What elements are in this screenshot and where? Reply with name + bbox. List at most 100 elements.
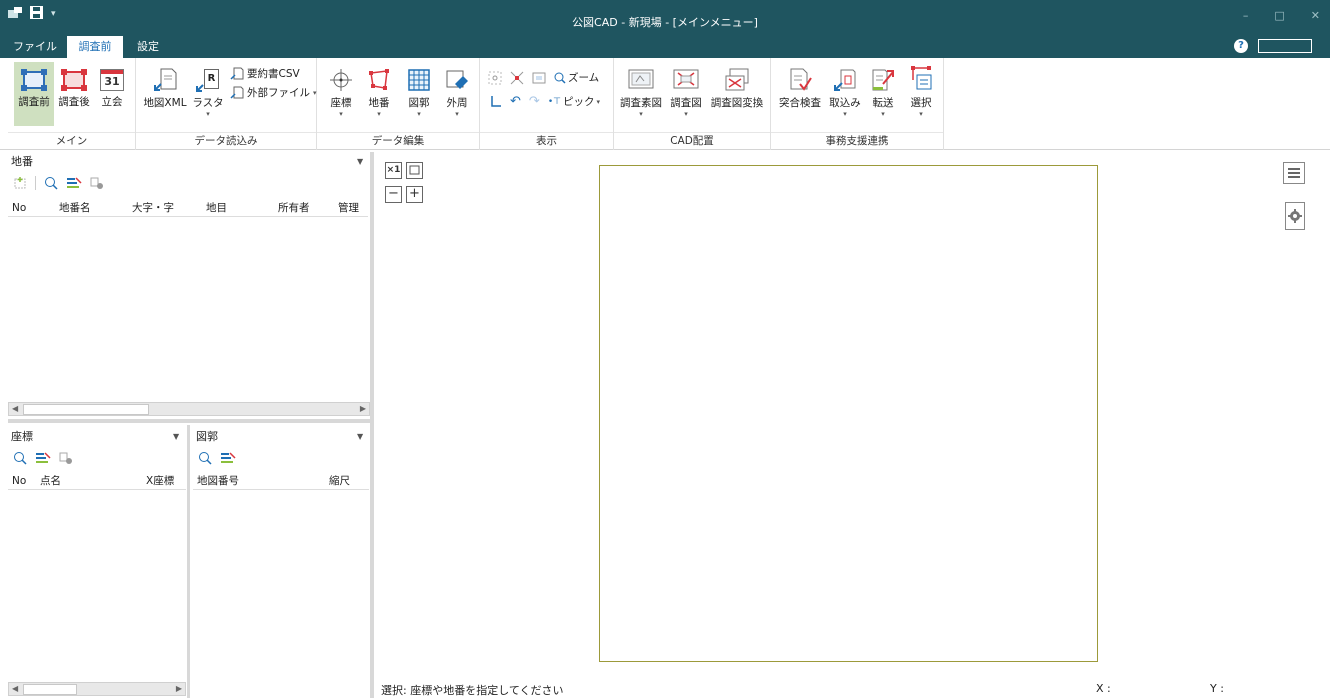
- col-x-coord[interactable]: X座標: [146, 472, 174, 489]
- coord-table-header: No 点名 X座標: [8, 472, 186, 490]
- tab-settings[interactable]: 設定: [130, 36, 166, 58]
- raster-dropdown-icon: ▾: [206, 110, 210, 118]
- raster-button[interactable]: R ラスタ ▾: [192, 68, 224, 118]
- settings-button[interactable]: [1285, 202, 1305, 230]
- survey-plain-button[interactable]: 調査素図 ▾: [618, 68, 664, 118]
- tab-before-survey[interactable]: 調査前: [67, 36, 123, 58]
- transfer-button[interactable]: 転送 ▾: [865, 68, 901, 118]
- survey-map-button[interactable]: 調査図 ▾: [666, 68, 706, 118]
- vertical-splitter-left[interactable]: [187, 425, 190, 698]
- external-file-dropdown-icon: ▾: [313, 88, 317, 97]
- scroll-thumb[interactable]: [23, 684, 77, 695]
- scroll-left-icon[interactable]: ◀: [12, 683, 18, 695]
- add-lot-icon[interactable]: [13, 176, 27, 190]
- lot-horizontal-scrollbar[interactable]: ◀ ▶: [8, 402, 370, 416]
- col-owner[interactable]: 所有者: [278, 199, 310, 216]
- map-frame-button[interactable]: 図郭 ▾: [403, 68, 435, 118]
- sort-icon[interactable]: [66, 176, 82, 190]
- fit-points-icon[interactable]: [488, 71, 502, 85]
- col-no[interactable]: No: [12, 199, 26, 216]
- import-icon: [834, 69, 856, 91]
- csv-import-icon: [230, 67, 244, 80]
- zoom-icon: [554, 72, 566, 84]
- col-map-number[interactable]: 地図番号: [197, 472, 239, 489]
- coord-settings-icon[interactable]: [59, 451, 73, 465]
- help-search-box[interactable]: [1258, 39, 1312, 53]
- zoom-window-button[interactable]: [406, 162, 423, 179]
- lot-settings-icon[interactable]: [90, 176, 104, 190]
- gear-icon: [1288, 209, 1302, 223]
- after-survey-label: 調査後: [58, 96, 90, 108]
- col-no[interactable]: No: [12, 472, 26, 489]
- pick-icon: •⊤: [547, 96, 561, 107]
- ribbon-group-main: 調査前 調査後 31 立会 メイン: [8, 58, 136, 150]
- col-scale[interactable]: 縮尺: [329, 472, 350, 489]
- window-title: 公図CAD - 新現場 - [メインメニュー]: [572, 16, 758, 29]
- search-icon[interactable]: [13, 451, 27, 465]
- sort-icon[interactable]: [220, 451, 236, 465]
- group-label-display: 表示: [536, 135, 557, 147]
- coords-button[interactable]: 座標 ▾: [325, 68, 357, 118]
- help-icon[interactable]: ?: [1234, 39, 1248, 53]
- menu-button[interactable]: [1283, 162, 1305, 184]
- lot-panel-menu-icon[interactable]: ▼: [357, 157, 363, 166]
- perimeter-button[interactable]: 外周 ▾: [441, 68, 473, 118]
- coord-panel-menu-icon[interactable]: ▼: [173, 432, 179, 441]
- pick-button[interactable]: •⊤ ピック ▾: [548, 94, 600, 109]
- search-icon[interactable]: [44, 176, 58, 190]
- horizontal-splitter[interactable]: [8, 419, 370, 423]
- red-rectangle-icon: [61, 69, 87, 91]
- map-xml-button[interactable]: 地図XML: [140, 68, 190, 110]
- check-document-icon: [790, 68, 812, 91]
- frame-panel-menu-icon[interactable]: ▼: [357, 432, 363, 441]
- y-coordinate-label: Y :: [1210, 682, 1224, 695]
- zoom-in-button[interactable]: +: [406, 186, 423, 203]
- before-survey-button[interactable]: 調査前: [14, 62, 54, 126]
- search-icon[interactable]: [198, 451, 212, 465]
- summary-csv-button[interactable]: 要約書CSV: [230, 66, 300, 81]
- col-lot-name[interactable]: 地番名: [59, 199, 91, 216]
- col-aza[interactable]: 大字・字: [132, 199, 174, 216]
- scroll-left-icon[interactable]: ◀: [12, 403, 18, 415]
- after-survey-button[interactable]: 調査後: [54, 69, 94, 109]
- fit-frame-icon[interactable]: [532, 71, 546, 85]
- select-button[interactable]: 選択 ▾: [903, 66, 939, 118]
- hamburger-icon: [1288, 168, 1300, 178]
- col-management[interactable]: 管理: [338, 199, 359, 216]
- maximize-button[interactable]: □: [1274, 9, 1284, 22]
- minimize-button[interactable]: –: [1243, 9, 1249, 22]
- import-button[interactable]: 取込み ▾: [827, 68, 863, 118]
- survey-convert-button[interactable]: 調査図変換: [708, 68, 766, 110]
- zoom-out-button[interactable]: −: [385, 186, 402, 203]
- fit-all-icon[interactable]: [510, 71, 524, 85]
- tab-file[interactable]: ファイル: [10, 36, 60, 58]
- before-survey-label: 調査前: [18, 96, 50, 108]
- zoom-fit-button[interactable]: ×1: [385, 162, 402, 179]
- ribbon-group-display: ズーム ↶ ↷ •⊤ ピック ▾ 表示: [480, 58, 614, 150]
- match-check-button[interactable]: 突合検査: [775, 68, 825, 110]
- scroll-right-icon[interactable]: ▶: [176, 683, 182, 695]
- sort-icon[interactable]: [35, 451, 51, 465]
- lot-button[interactable]: 地番 ▾: [363, 68, 395, 118]
- undo-icon[interactable]: ↶: [510, 94, 521, 109]
- witness-label: 立会: [101, 96, 123, 108]
- coord-horizontal-scrollbar[interactable]: ◀ ▶: [8, 682, 186, 696]
- external-file-button[interactable]: 外部ファイル ▾: [230, 85, 317, 100]
- crosshair-icon: [330, 69, 352, 91]
- frame-panel-title: 図郭: [196, 430, 218, 443]
- pan-icon[interactable]: [488, 95, 502, 109]
- group-label-data-edit: データ編集: [371, 135, 425, 147]
- ribbon-group-office-link: 突合検査 取込み ▾ 転送 ▾ 選択 ▾ 事務支援連携: [771, 58, 944, 150]
- witness-button[interactable]: 31 立会: [94, 69, 130, 109]
- close-button[interactable]: ✕: [1311, 9, 1320, 22]
- rectangle-icon: [21, 69, 47, 91]
- calendar-icon: 31: [100, 69, 124, 91]
- scroll-right-icon[interactable]: ▶: [360, 403, 366, 415]
- col-point-name[interactable]: 点名: [40, 472, 61, 489]
- zoom-button[interactable]: ズーム: [554, 70, 599, 85]
- map-frame-boundary: [599, 165, 1098, 662]
- scroll-thumb[interactable]: [23, 404, 149, 415]
- redo-icon[interactable]: ↷: [529, 94, 540, 109]
- col-land-category[interactable]: 地目: [206, 199, 227, 216]
- vertical-splitter-main[interactable]: [370, 152, 374, 698]
